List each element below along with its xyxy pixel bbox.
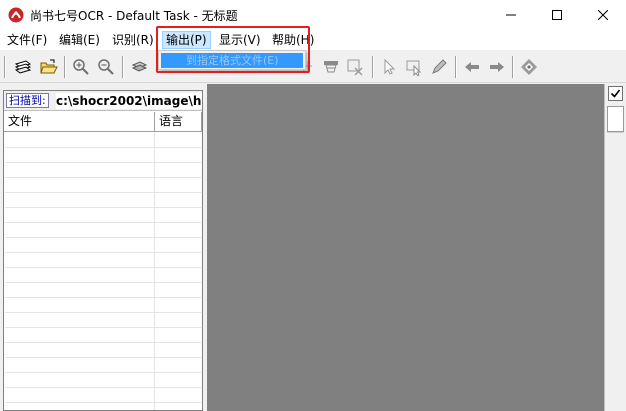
- menu-edit[interactable]: 编辑(E): [56, 31, 103, 49]
- remove-region-button[interactable]: [344, 56, 366, 78]
- app-logo-icon: [8, 7, 24, 23]
- list-row-divider: [5, 207, 201, 208]
- toolbar: [0, 50, 626, 83]
- scan-to-label: 扫描到:: [6, 93, 49, 108]
- maximize-icon: [552, 10, 562, 20]
- vertical-scrollbar[interactable]: [604, 84, 626, 411]
- toolbar-separator: [372, 56, 374, 78]
- open-folder-button[interactable]: [38, 56, 60, 78]
- open-folder-icon: [40, 59, 58, 74]
- pen-button[interactable]: [428, 56, 450, 78]
- list-row-divider: [5, 402, 201, 403]
- toolbar-separator: [4, 56, 6, 78]
- next-button[interactable]: [486, 56, 508, 78]
- toolbar-separator: [455, 56, 457, 78]
- zoom-out-icon: [98, 59, 114, 75]
- scroll-track-divider: [607, 132, 624, 133]
- toolbar-separator: [64, 56, 66, 78]
- close-icon: [598, 10, 608, 20]
- arrow-right-icon: [490, 62, 504, 72]
- previous-button[interactable]: [461, 56, 483, 78]
- select-region-icon: [406, 60, 422, 76]
- list-row-divider: [5, 252, 201, 253]
- menu-file[interactable]: 文件(F): [4, 31, 50, 49]
- export-to-format-file-item[interactable]: 到指定格式文件(E): [161, 53, 303, 68]
- menu-view[interactable]: 显示(V): [216, 31, 264, 49]
- list-row-divider: [5, 177, 201, 178]
- menu-help[interactable]: 帮助(H): [269, 31, 317, 49]
- application-window: 尚书七号OCR - Default Task - 无标题 文件(F) 编辑(E)…: [0, 0, 626, 411]
- recognize-button[interactable]: [518, 56, 540, 78]
- list-row-divider: [5, 267, 201, 268]
- scan-pages-button[interactable]: [12, 56, 34, 78]
- menu-recognize[interactable]: 识别(R): [109, 31, 157, 49]
- scan-target-row: 扫描到: c:\shocr2002\image\hw: [4, 91, 202, 111]
- scroll-thumb[interactable]: [607, 106, 624, 132]
- select-region-button[interactable]: [403, 56, 425, 78]
- list-row-divider: [5, 162, 201, 163]
- zoom-in-button[interactable]: [70, 56, 92, 78]
- list-row-divider: [5, 192, 201, 193]
- pen-icon: [432, 59, 447, 74]
- window-title: 尚书七号OCR - Default Task - 无标题: [30, 9, 238, 23]
- recognize-icon: [521, 59, 537, 75]
- remove-region-icon: [347, 59, 363, 76]
- column-divider: [154, 132, 155, 410]
- region-icon: [324, 61, 338, 73]
- pointer-button[interactable]: [378, 56, 400, 78]
- list-row-divider: [5, 327, 201, 328]
- list-row-divider: [5, 282, 201, 283]
- maximize-button[interactable]: [534, 0, 580, 30]
- pointer-icon: [384, 58, 396, 75]
- list-row-divider: [5, 237, 201, 238]
- scroll-checkbox[interactable]: [608, 86, 623, 101]
- toolbar-separator: [512, 56, 514, 78]
- list-row-divider: [5, 297, 201, 298]
- minimize-button[interactable]: [488, 0, 534, 30]
- region-button[interactable]: [320, 56, 342, 78]
- close-button[interactable]: [580, 0, 626, 30]
- page-layers-icon: [131, 61, 148, 72]
- list-row-divider: [5, 147, 201, 148]
- list-row-divider: [5, 357, 201, 358]
- file-list-panel: 扫描到: c:\shocr2002\image\hw 文件 语言: [3, 90, 203, 411]
- page-layers-button[interactable]: [128, 56, 150, 78]
- arrow-left-icon: [465, 62, 479, 72]
- list-row-divider: [5, 372, 201, 373]
- zoom-out-button[interactable]: [95, 56, 117, 78]
- list-row-divider: [5, 387, 201, 388]
- image-canvas[interactable]: [207, 84, 604, 411]
- list-row-divider: [5, 342, 201, 343]
- zoom-in-icon: [73, 59, 89, 75]
- title-bar: 尚书七号OCR - Default Task - 无标题: [0, 0, 626, 30]
- list-row-divider: [5, 222, 201, 223]
- menu-bar: 文件(F) 编辑(E) 识别(R) 输出(P) 显示(V) 帮助(H): [0, 30, 626, 50]
- checkmark-icon: [610, 89, 621, 98]
- list-row-divider: [5, 312, 201, 313]
- column-header-file[interactable]: 文件: [4, 112, 155, 132]
- scan-pages-icon: [14, 60, 32, 74]
- menu-output[interactable]: 输出(P): [162, 31, 211, 49]
- toolbar-separator: [122, 56, 124, 78]
- scan-path-field[interactable]: c:\shocr2002\image\hw: [56, 93, 202, 109]
- minimize-icon: [506, 14, 516, 16]
- column-header-language[interactable]: 语言: [155, 112, 202, 132]
- output-menu-dropdown: 到指定格式文件(E): [158, 50, 306, 70]
